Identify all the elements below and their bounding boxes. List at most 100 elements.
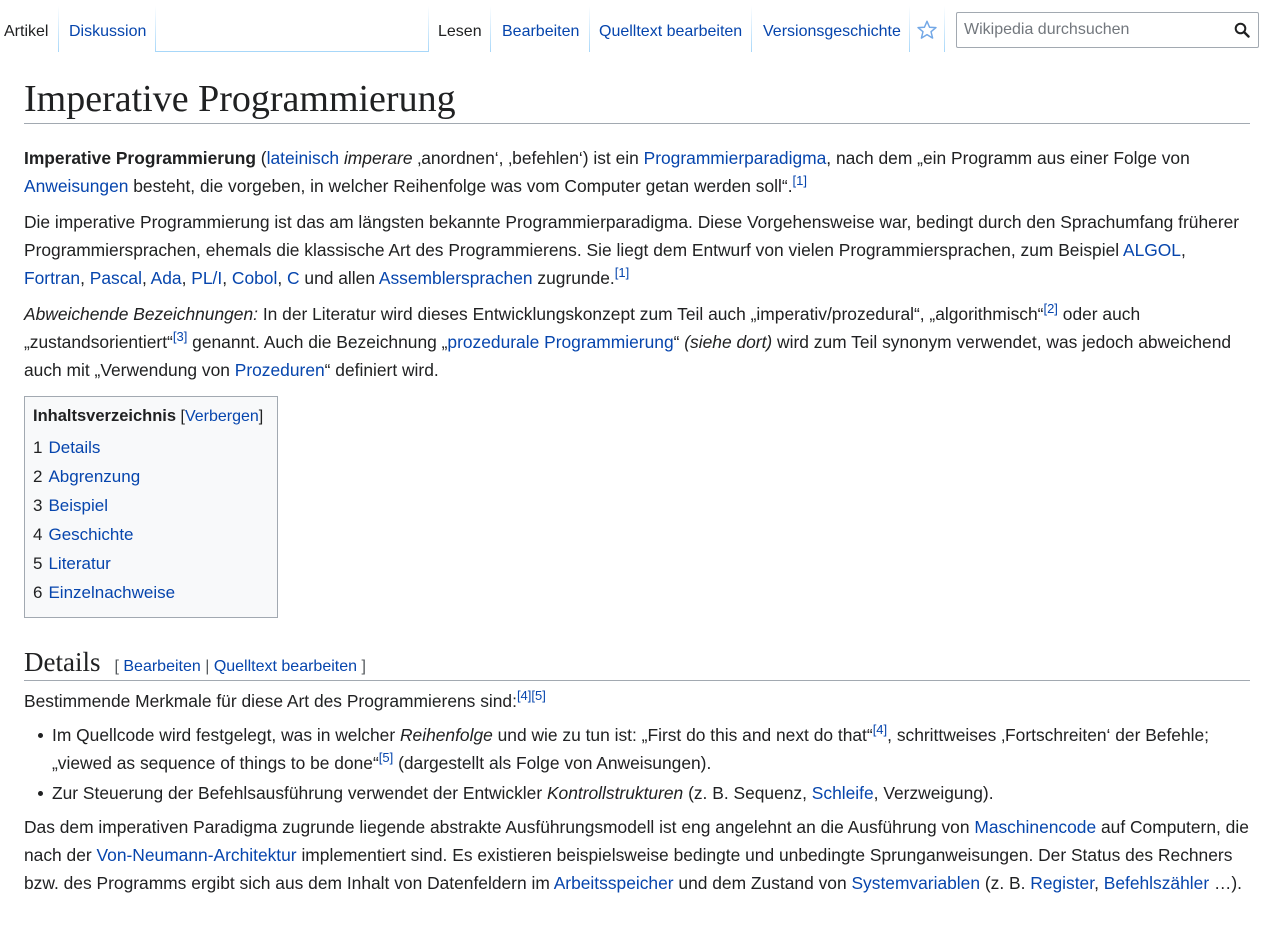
- toc-item-geschichte[interactable]: 4 Geschichte: [33, 520, 268, 549]
- tab-quelltext-bearbeiten[interactable]: Quelltext bearbeiten: [590, 0, 752, 52]
- link-systemvariablen[interactable]: Systemvariablen: [851, 873, 980, 893]
- reference-5[interactable]: [5]: [379, 750, 393, 765]
- intro-paragraph-2: Die imperative Programmierung ist das am…: [24, 208, 1250, 292]
- link-register[interactable]: Register: [1030, 873, 1094, 893]
- reference-4[interactable]: [4]: [517, 688, 531, 703]
- details-paragraph-1: Bestimmende Merkmale für diese Art des P…: [24, 687, 1250, 715]
- reference-5[interactable]: [5]: [531, 688, 545, 703]
- tab-bearbeiten-label[interactable]: Bearbeiten: [502, 23, 579, 40]
- tab-quelltext-label[interactable]: Quelltext bearbeiten: [599, 23, 742, 40]
- text: und allen: [299, 268, 379, 288]
- search-icon[interactable]: [1234, 22, 1250, 38]
- table-of-contents: Inhaltsverzeichnis [Verbergen] 1 Details …: [24, 396, 278, 618]
- text: Bestimmende Merkmale für diese Art des P…: [24, 691, 517, 711]
- link-maschinencode[interactable]: Maschinencode: [974, 817, 1096, 837]
- text: ,: [80, 268, 90, 288]
- toc-link[interactable]: Literatur: [48, 554, 110, 573]
- article-content: Imperative Programmierung Imperative Pro…: [24, 74, 1250, 897]
- reference-1[interactable]: [1]: [615, 265, 629, 280]
- tab-diskussion-label[interactable]: Diskussion: [69, 23, 146, 40]
- details-paragraph-2: Das dem imperativen Paradigma zugrunde l…: [24, 813, 1250, 897]
- link-von-neumann-architektur[interactable]: Von-Neumann-Architektur: [97, 845, 297, 865]
- text: “: [673, 332, 685, 352]
- link-algol[interactable]: ALGOL: [1123, 240, 1181, 260]
- toc-number: 2: [33, 467, 43, 486]
- reference-4[interactable]: [4]: [873, 722, 887, 737]
- reference-2[interactable]: [2]: [1043, 301, 1057, 316]
- toc-number: 3: [33, 496, 43, 515]
- link-assemblersprachen[interactable]: Assemblersprachen: [379, 268, 533, 288]
- text: ,: [222, 268, 232, 288]
- edit-bracket: ]: [357, 658, 366, 675]
- link-prozedurale-programmierung[interactable]: prozedurale Programmierung: [447, 332, 673, 352]
- reference-1[interactable]: [1]: [793, 173, 807, 188]
- text: und dem Zustand von: [673, 873, 852, 893]
- link-cobol[interactable]: Cobol: [232, 268, 277, 288]
- toc-item-abgrenzung[interactable]: 2 Abgrenzung: [33, 462, 268, 491]
- toc-link[interactable]: Einzelnachweise: [48, 583, 175, 602]
- link-befehlszaehler[interactable]: Befehlszähler: [1104, 873, 1209, 893]
- link-lateinisch[interactable]: lateinisch: [267, 148, 340, 168]
- toc-number: 4: [33, 525, 43, 544]
- intro-paragraph-3: Abweichende Bezeichnungen: In der Litera…: [24, 300, 1250, 384]
- tab-diskussion[interactable]: Diskussion: [59, 0, 156, 52]
- text: (dargestellt als Folge von Anweisungen).: [393, 753, 712, 773]
- edit-separator: |: [200, 658, 214, 675]
- details-list: Im Quellcode wird festgelegt, was in wel…: [24, 721, 1250, 807]
- italic-label: Abweichende Bezeichnungen:: [24, 304, 258, 324]
- tab-bearbeiten[interactable]: Bearbeiten: [491, 0, 590, 52]
- intro-paragraph-1: Imperative Programmierung (lateinisch im…: [24, 144, 1250, 200]
- link-anweisungen[interactable]: Anweisungen: [24, 176, 128, 196]
- watch-star-tab[interactable]: [910, 0, 945, 52]
- text: zugrunde.: [532, 268, 615, 288]
- link-arbeitsspeicher[interactable]: Arbeitsspeicher: [554, 873, 674, 893]
- text: Die imperative Programmierung ist das am…: [24, 212, 1240, 260]
- page-tabs: Artikel Diskussion Lesen Bearbeiten Quel…: [0, 0, 1269, 52]
- tab-versionen-label[interactable]: Versionsgeschichte: [763, 23, 901, 40]
- toc-bracket: ]: [258, 408, 264, 425]
- link-ada[interactable]: Ada: [151, 268, 182, 288]
- text: (: [255, 148, 267, 168]
- link-schleife[interactable]: Schleife: [812, 783, 874, 803]
- link-fortran[interactable]: Fortran: [24, 268, 80, 288]
- text: genannt. Auch die Bezeichnung „: [187, 332, 448, 352]
- section-edit-links: [ Bearbeiten | Quelltext bearbeiten ]: [114, 658, 365, 675]
- bullet: [38, 791, 43, 796]
- text: Zur Steuerung der Befehlsausführung verw…: [52, 783, 547, 803]
- section-heading-details: Details [ Bearbeiten | Quelltext bearbeit…: [24, 644, 1250, 681]
- toc-link[interactable]: Abgrenzung: [48, 467, 140, 486]
- tab-artikel[interactable]: Artikel: [0, 0, 59, 52]
- link-pl1[interactable]: PL/I: [191, 268, 222, 288]
- toc-hide-link[interactable]: Verbergen: [185, 408, 259, 425]
- link-pascal[interactable]: Pascal: [90, 268, 142, 288]
- link-programmierparadigma[interactable]: Programmierparadigma: [644, 148, 827, 168]
- section-edit-source-link[interactable]: Quelltext bearbeiten: [214, 658, 357, 675]
- star-icon[interactable]: [916, 19, 938, 41]
- section-edit-link[interactable]: Bearbeiten: [123, 658, 200, 675]
- toc-link[interactable]: Details: [48, 438, 100, 457]
- text: In der Literatur wird dieses Entwicklung…: [257, 304, 1044, 324]
- reference-3[interactable]: [3]: [173, 329, 187, 344]
- text: Das dem imperativen Paradigma zugrunde l…: [24, 817, 975, 837]
- toc-item-einzelnachweise[interactable]: 6 Einzelnachweise: [33, 578, 268, 607]
- text: …).: [1209, 873, 1242, 893]
- toc-item-beispiel[interactable]: 3 Beispiel: [33, 491, 268, 520]
- tab-versionsgeschichte[interactable]: Versionsgeschichte: [752, 0, 910, 52]
- toc-item-details[interactable]: 1 Details: [33, 433, 268, 462]
- text: , Verzweigung).: [873, 783, 994, 803]
- search-input[interactable]: [957, 13, 1227, 47]
- text: ‚anordnen‘, ‚befehlen‘) ist ein: [412, 148, 644, 168]
- link-c[interactable]: C: [287, 268, 300, 288]
- text: ,: [141, 268, 151, 288]
- lemma-bold: Imperative Programmierung: [24, 148, 256, 168]
- toc-item-literatur[interactable]: 5 Literatur: [33, 549, 268, 578]
- text: ,: [1180, 240, 1186, 260]
- toc-number: 6: [33, 583, 43, 602]
- tab-lesen-label: Lesen: [438, 23, 482, 40]
- italic-term: Reihenfolge: [399, 725, 493, 745]
- link-prozeduren[interactable]: Prozeduren: [235, 360, 325, 380]
- toc-link[interactable]: Beispiel: [48, 496, 108, 515]
- toc-link[interactable]: Geschichte: [48, 525, 133, 544]
- tab-lesen[interactable]: Lesen: [428, 0, 491, 52]
- bullet: [38, 733, 43, 738]
